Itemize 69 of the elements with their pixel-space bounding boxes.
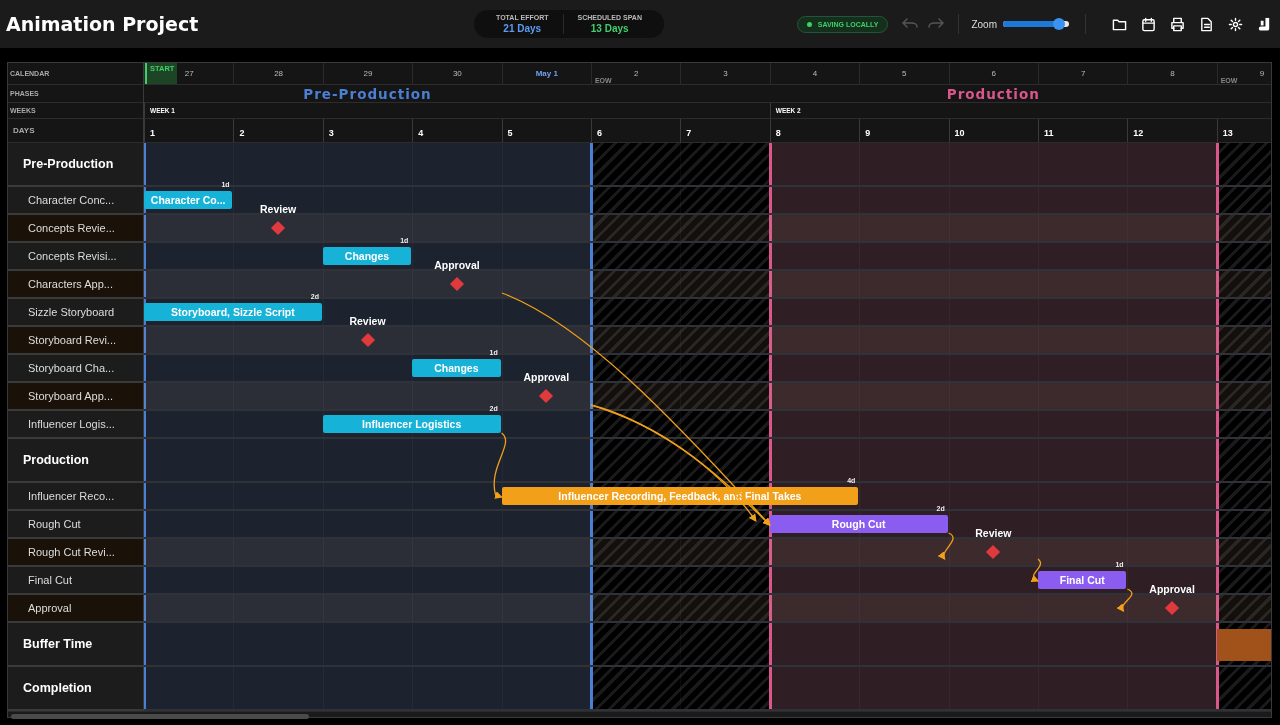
calendar-date: 9 <box>1259 69 1265 78</box>
milestone-label: Review <box>349 315 386 327</box>
calendar-date: 7 <box>1080 69 1086 78</box>
stat-value: 21 Days <box>503 23 542 34</box>
task-bar[interactable]: Rough Cut <box>769 515 948 533</box>
calendar-date: 6 <box>991 69 996 78</box>
calendar-date: 5 <box>902 69 907 78</box>
group-label[interactable]: Completion <box>8 667 143 711</box>
task-label[interactable]: Sizzle Storyboard <box>8 299 143 327</box>
task-bar[interactable]: Final Cut <box>1038 571 1127 589</box>
day-number: 5 <box>507 128 513 138</box>
task-label[interactable]: Influencer Reco... <box>8 483 143 511</box>
printer-icon[interactable] <box>1170 16 1185 32</box>
task-label[interactable]: Character Conc... <box>8 187 143 215</box>
day-number: 8 <box>775 128 781 138</box>
milestone-label: Approval <box>1149 583 1195 595</box>
day-number: 1 <box>150 128 155 138</box>
task-label[interactable]: Approval <box>8 595 143 623</box>
day-number: 9 <box>865 128 871 138</box>
task-label[interactable]: Concepts Revie... <box>8 215 143 243</box>
slider-thumb[interactable] <box>1053 18 1066 30</box>
day-number: 13 <box>1222 128 1233 138</box>
settings-icon[interactable] <box>1228 16 1243 32</box>
calendar-date: 3 <box>723 69 728 78</box>
task-label[interactable]: Rough Cut Revi... <box>8 539 143 567</box>
dependency-arrow <box>1117 588 1133 613</box>
calendar-date: 4 <box>812 69 818 78</box>
task-label[interactable]: Storyboard Revi... <box>8 327 143 355</box>
milestone-label: Review <box>975 527 1012 539</box>
project-title: Animation Project <box>5 13 200 35</box>
task-label[interactable]: Characters App... <box>8 271 143 299</box>
horizontal-scrollbar[interactable] <box>8 711 1271 717</box>
day-number: 4 <box>418 128 424 138</box>
calendar-date: 29 <box>363 69 373 78</box>
dependency-arrow <box>1030 558 1042 582</box>
logo-icon[interactable] <box>1257 16 1272 32</box>
day-number: 2 <box>239 128 245 138</box>
calendar-date: 27 <box>184 69 194 78</box>
task-label[interactable]: Influencer Logis... <box>8 411 143 439</box>
day-number: 7 <box>686 128 692 138</box>
dependency-arrow <box>938 532 954 561</box>
day-number: 10 <box>954 128 965 138</box>
zoom-label: Zoom <box>971 18 997 30</box>
milestone-label: Approval <box>434 259 480 271</box>
document-icon[interactable] <box>1199 16 1214 32</box>
day-number: 12 <box>1133 128 1144 138</box>
calendar-date: 28 <box>274 69 284 78</box>
stat-value: 13 Days <box>590 23 629 34</box>
calendar-date: May 1 <box>535 69 558 78</box>
day-number: 11 <box>1043 128 1054 138</box>
calendar-date: 30 <box>452 69 462 78</box>
header-label: DAYS <box>13 126 35 135</box>
group-label[interactable]: Production <box>8 439 143 483</box>
task-label[interactable]: Rough Cut <box>8 511 143 539</box>
group-label[interactable]: Pre-Production <box>8 143 143 187</box>
milestone-label: Approval <box>523 371 570 383</box>
group-label[interactable]: Buffer Time <box>8 623 143 667</box>
task-label[interactable]: Storyboard App... <box>8 383 143 411</box>
day-number: 3 <box>328 128 334 138</box>
task-label[interactable]: Storyboard Cha... <box>8 355 143 383</box>
calendar-date: 8 <box>1170 69 1175 78</box>
day-number: 6 <box>596 128 602 138</box>
calendar-date: 2 <box>633 69 639 78</box>
phase-label: Pre-Production <box>303 85 432 102</box>
task-label[interactable]: Final Cut <box>8 567 143 595</box>
phase-label: Production <box>946 85 1040 102</box>
milestone-label: Review <box>260 203 297 215</box>
calendar-icon[interactable] <box>1141 16 1156 32</box>
task-label[interactable]: Concepts Revisi... <box>8 243 143 271</box>
